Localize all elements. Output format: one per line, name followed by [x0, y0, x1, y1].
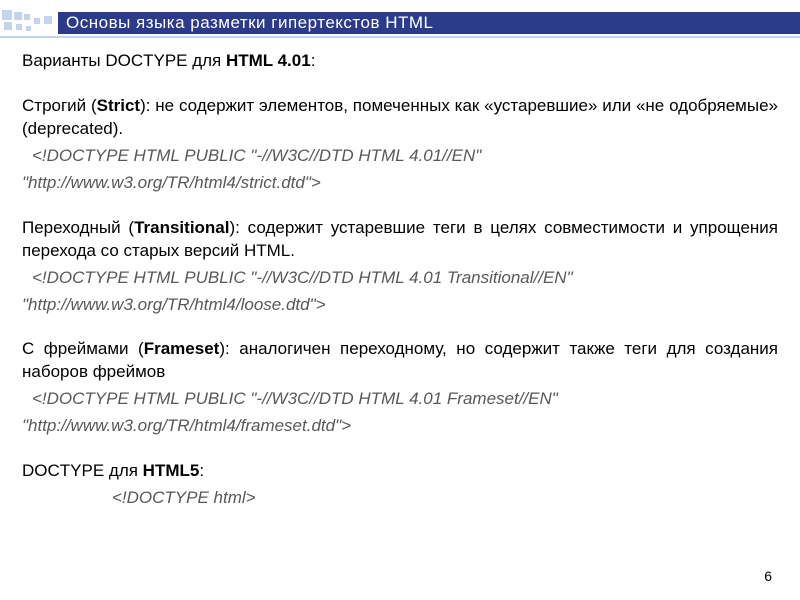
slide-header: Основы языка разметки гипертекстов HTML [0, 10, 800, 36]
transitional-code-1: <!DOCTYPE HTML PUBLIC "-//W3C//DTD HTML … [22, 267, 778, 290]
transitional-prefix: Переходный ( [22, 218, 134, 237]
html5-code: <!DOCTYPE html> [22, 487, 778, 510]
strict-bold: Strict [97, 96, 140, 115]
intro-prefix: Варианты DOCTYPE для [22, 51, 226, 70]
frameset-code-2: "http://www.w3.org/TR/html4/frameset.dtd… [22, 415, 778, 438]
intro-bold: HTML 4.01 [226, 51, 311, 70]
html5-suffix: : [199, 461, 204, 480]
header-decoration [0, 10, 58, 36]
html5-bold: HTML5 [143, 461, 200, 480]
html5-desc: DOCTYPE для HTML5: [22, 460, 778, 483]
frameset-bold: Frameset [144, 339, 220, 358]
strict-code-2: "http://www.w3.org/TR/html4/strict.dtd"> [22, 172, 778, 195]
strict-prefix: Строгий ( [22, 96, 97, 115]
page-number: 6 [764, 568, 772, 584]
transitional-bold: Transitional [134, 218, 229, 237]
transitional-code-2: "http://www.w3.org/TR/html4/loose.dtd"> [22, 294, 778, 317]
html5-prefix: DOCTYPE для [22, 461, 143, 480]
frameset-prefix: С фреймами ( [22, 339, 144, 358]
header-underline [0, 36, 800, 38]
slide-title: Основы языка разметки гипертекстов HTML [58, 12, 800, 34]
transitional-desc: Переходный (Transitional): содержит уста… [22, 217, 778, 263]
intro-suffix: : [311, 51, 316, 70]
strict-code-1: <!DOCTYPE HTML PUBLIC "-//W3C//DTD HTML … [22, 145, 778, 168]
slide-title-text: Основы языка разметки гипертекстов HTML [66, 13, 433, 33]
slide-content: Варианты DOCTYPE для HTML 4.01: Строгий … [22, 50, 778, 514]
frameset-desc: С фреймами (Frameset): аналогичен перехо… [22, 338, 778, 384]
strict-desc: Строгий (Strict): не содержит элементов,… [22, 95, 778, 141]
intro-line: Варианты DOCTYPE для HTML 4.01: [22, 50, 778, 73]
frameset-code-1: <!DOCTYPE HTML PUBLIC "-//W3C//DTD HTML … [22, 388, 778, 411]
